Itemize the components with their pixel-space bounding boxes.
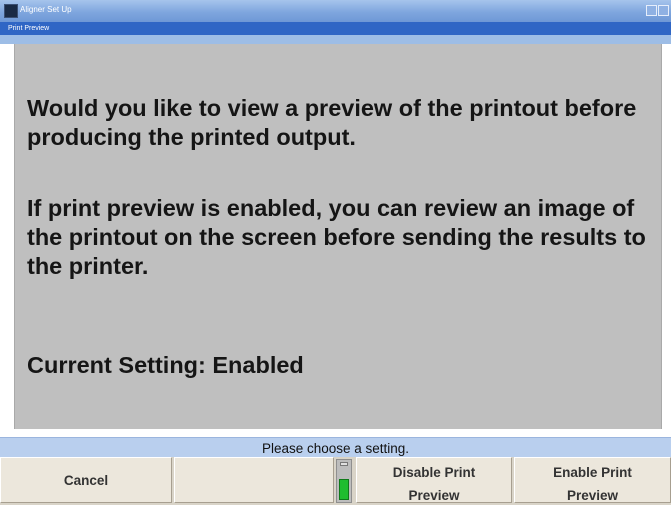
- cancel-button-label: Cancel: [63, 473, 109, 488]
- explanation-text: If print preview is enabled, you can rev…: [27, 195, 646, 279]
- enable-print-preview-button[interactable]: Enable Print Preview: [514, 457, 671, 503]
- level-indicator: [336, 459, 352, 503]
- current-setting-text: Current Setting: Enabled: [27, 352, 304, 378]
- dialog-title-bar: Print Preview: [0, 22, 671, 35]
- status-bar: Please choose a setting.: [0, 437, 671, 457]
- button-row: Cancel Disable Print Preview Enable Prin…: [0, 457, 671, 505]
- status-prompt: Please choose a setting.: [261, 441, 410, 456]
- blank-button[interactable]: [174, 457, 334, 503]
- question-text: Would you like to view a preview of the …: [27, 95, 637, 150]
- window-titlebar: Aligner Set Up: [0, 0, 671, 22]
- panel-strip: [0, 35, 671, 44]
- indicator-fill: [339, 479, 349, 500]
- cancel-button[interactable]: Cancel: [0, 457, 172, 503]
- content-panel: Would you like to view a preview of the …: [14, 44, 662, 429]
- window-title: Aligner Set Up: [20, 5, 72, 14]
- disable-button-line1: Disable Print: [392, 465, 476, 480]
- enable-button-line1: Enable Print: [553, 465, 632, 480]
- maximize-icon[interactable]: [658, 5, 669, 16]
- dialog-title: Print Preview: [8, 25, 50, 32]
- disable-print-preview-button[interactable]: Disable Print Preview: [356, 457, 512, 503]
- indicator-knob: [340, 462, 348, 466]
- enable-button-line2: Preview: [566, 488, 619, 503]
- minimize-icon[interactable]: [646, 5, 657, 16]
- app-icon: [4, 4, 18, 18]
- disable-button-line2: Preview: [408, 488, 460, 503]
